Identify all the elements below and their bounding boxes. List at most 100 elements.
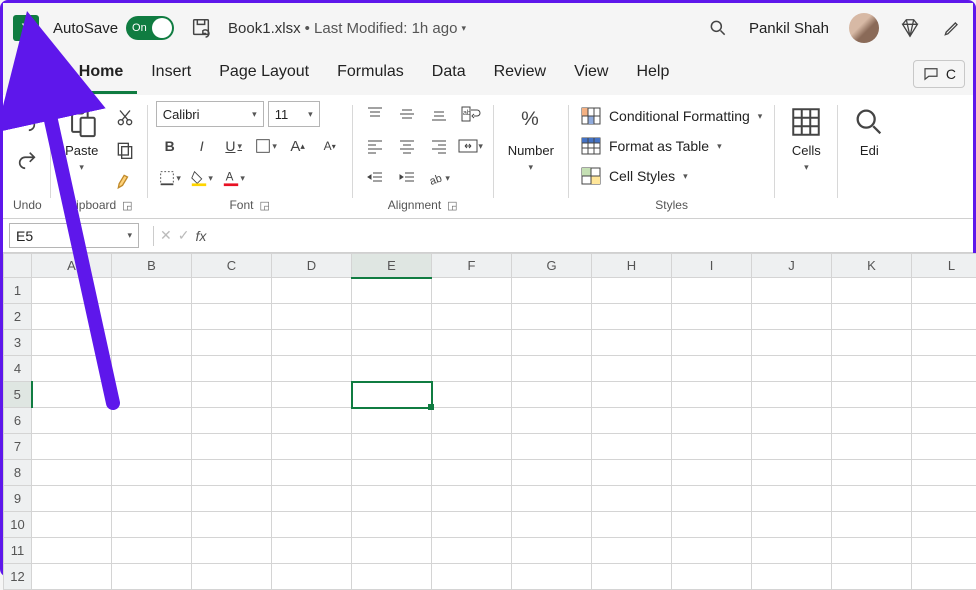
cell[interactable] [352, 486, 432, 512]
fill-color-button[interactable]: ▾ [188, 165, 216, 191]
cell[interactable] [272, 408, 352, 434]
cell[interactable] [192, 304, 272, 330]
cell[interactable] [432, 278, 512, 304]
column-header[interactable]: H [592, 254, 672, 278]
cell[interactable] [112, 304, 192, 330]
conditional-formatting-button[interactable]: Conditional Formatting▾ [577, 105, 766, 127]
cell[interactable] [112, 330, 192, 356]
cell[interactable] [112, 408, 192, 434]
name-box[interactable]: E5 ▾ [9, 223, 139, 248]
cell[interactable] [672, 434, 752, 460]
autosave-toggle[interactable]: On [126, 16, 174, 40]
tab-file[interactable]: File [11, 55, 65, 94]
alignment-launcher-icon[interactable]: ◲ [447, 199, 457, 212]
cell[interactable] [912, 434, 976, 460]
cell[interactable] [112, 538, 192, 564]
cell[interactable] [32, 330, 112, 356]
cell[interactable] [432, 356, 512, 382]
document-title[interactable]: Book1.xlsx • Last Modified: 1h ago ▾ [228, 20, 466, 37]
cell[interactable] [752, 538, 832, 564]
font-name-select[interactable]: Calibri▾ [156, 101, 264, 127]
cell[interactable] [672, 356, 752, 382]
cell[interactable] [352, 538, 432, 564]
cell[interactable] [352, 460, 432, 486]
align-top-button[interactable] [361, 101, 389, 127]
cell[interactable] [272, 460, 352, 486]
cell[interactable] [912, 538, 976, 564]
underline-button[interactable]: U▾ [220, 133, 248, 159]
italic-button[interactable]: I [188, 133, 216, 159]
column-header[interactable]: E [352, 254, 432, 278]
tab-insert[interactable]: Insert [137, 55, 205, 94]
cell[interactable] [112, 512, 192, 538]
cell[interactable] [192, 434, 272, 460]
pen-icon[interactable] [941, 15, 963, 41]
increase-font-button[interactable]: A▴ [284, 133, 312, 159]
format-painter-button[interactable] [111, 169, 139, 195]
cell[interactable] [112, 356, 192, 382]
cell[interactable] [672, 278, 752, 304]
cell[interactable] [112, 278, 192, 304]
cell[interactable] [112, 486, 192, 512]
cell[interactable] [592, 330, 672, 356]
cell[interactable] [592, 460, 672, 486]
cell[interactable] [432, 304, 512, 330]
cell[interactable] [912, 330, 976, 356]
cell[interactable] [832, 486, 912, 512]
cell[interactable] [512, 382, 592, 408]
cell[interactable] [432, 486, 512, 512]
cell[interactable] [272, 486, 352, 512]
align-middle-button[interactable] [393, 101, 421, 127]
cell[interactable] [112, 382, 192, 408]
cell[interactable] [432, 330, 512, 356]
cell[interactable] [432, 408, 512, 434]
cells-button[interactable]: Cells ▾ [783, 101, 829, 177]
cell[interactable] [192, 460, 272, 486]
font-size-select[interactable]: 11▾ [268, 101, 320, 127]
select-all-corner[interactable] [4, 254, 32, 278]
column-header[interactable]: J [752, 254, 832, 278]
row-header[interactable]: 8 [4, 460, 32, 486]
border-button[interactable]: ▾ [252, 133, 280, 159]
row-header[interactable]: 7 [4, 434, 32, 460]
tab-formulas[interactable]: Formulas [323, 55, 418, 94]
cell[interactable] [272, 356, 352, 382]
diamond-icon[interactable] [899, 15, 921, 41]
row-header[interactable]: 5 [4, 382, 32, 408]
worksheet-grid[interactable]: ABCDEFGHIJKL123456789101112 [3, 253, 973, 590]
cell[interactable] [752, 330, 832, 356]
align-left-button[interactable] [361, 133, 389, 159]
decrease-font-button[interactable]: A▾ [316, 133, 344, 159]
undo-button[interactable] [13, 109, 41, 135]
row-header[interactable]: 1 [4, 278, 32, 304]
row-header[interactable]: 4 [4, 356, 32, 382]
user-avatar[interactable] [849, 13, 879, 43]
cell[interactable] [32, 538, 112, 564]
clipboard-launcher-icon[interactable]: ◲ [122, 199, 132, 212]
cell[interactable] [832, 278, 912, 304]
cell[interactable] [832, 304, 912, 330]
column-header[interactable]: F [432, 254, 512, 278]
number-format-button[interactable]: % Number ▾ [502, 101, 560, 177]
align-center-button[interactable] [393, 133, 421, 159]
redo-button[interactable] [13, 147, 41, 173]
column-header[interactable]: L [912, 254, 976, 278]
font-launcher-icon[interactable]: ◲ [259, 199, 269, 212]
align-right-button[interactable] [425, 133, 453, 159]
cell[interactable] [832, 330, 912, 356]
cell[interactable] [352, 278, 432, 304]
cell[interactable] [112, 460, 192, 486]
search-icon[interactable] [707, 15, 729, 41]
cell[interactable] [832, 460, 912, 486]
cell[interactable] [192, 538, 272, 564]
cell[interactable] [272, 330, 352, 356]
cell[interactable] [832, 512, 912, 538]
column-header[interactable]: I [672, 254, 752, 278]
accept-formula-icon[interactable]: ✓ [178, 227, 190, 244]
row-header[interactable]: 11 [4, 538, 32, 564]
tab-home[interactable]: Home [65, 55, 137, 94]
cell[interactable] [592, 434, 672, 460]
cell[interactable] [832, 356, 912, 382]
cell[interactable] [752, 408, 832, 434]
cell[interactable] [512, 356, 592, 382]
